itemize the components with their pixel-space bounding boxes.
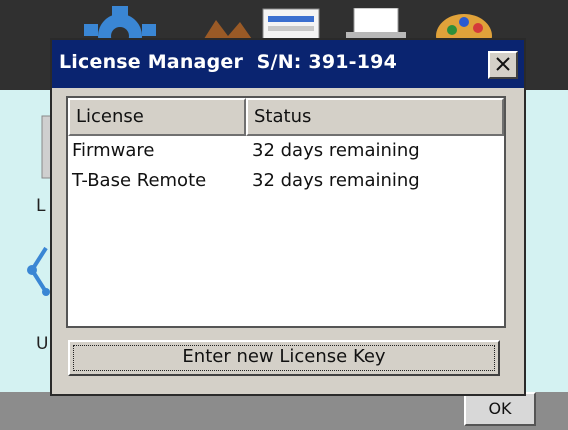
license-list[interactable]: License Status Firmware 32 days remainin… bbox=[66, 96, 506, 328]
column-header-license[interactable]: License bbox=[68, 98, 246, 136]
enter-license-key-button[interactable]: Enter new License Key bbox=[68, 340, 500, 376]
close-button[interactable] bbox=[488, 51, 518, 79]
license-name: T-Base Remote bbox=[72, 170, 207, 191]
license-manager-dialog: License Manager S/N: 391-194 License Sta… bbox=[50, 38, 526, 396]
close-icon bbox=[496, 56, 510, 75]
license-status: 32 days remaining bbox=[252, 140, 420, 161]
license-status: 32 days remaining bbox=[252, 170, 420, 191]
desktop-label-u: U bbox=[36, 334, 49, 354]
network-icon[interactable] bbox=[26, 244, 50, 298]
license-name: Firmware bbox=[72, 140, 155, 161]
desktop-label-l: L bbox=[36, 196, 46, 216]
list-item[interactable]: T-Base Remote 32 days remaining bbox=[68, 170, 504, 200]
form-icon[interactable] bbox=[262, 8, 320, 42]
gear-icon[interactable] bbox=[78, 6, 162, 58]
dialog-title-bar[interactable]: License Manager S/N: 391-194 bbox=[52, 40, 524, 88]
printer-icon[interactable] bbox=[346, 7, 406, 42]
enter-license-key-label: Enter new License Key bbox=[182, 346, 386, 367]
dialog-title: License Manager S/N: 391-194 bbox=[59, 51, 398, 73]
list-item[interactable]: Firmware 32 days remaining bbox=[68, 140, 504, 170]
column-header-status[interactable]: Status bbox=[246, 98, 504, 136]
ok-button[interactable]: OK bbox=[464, 392, 536, 426]
list-header: License Status bbox=[68, 98, 504, 136]
